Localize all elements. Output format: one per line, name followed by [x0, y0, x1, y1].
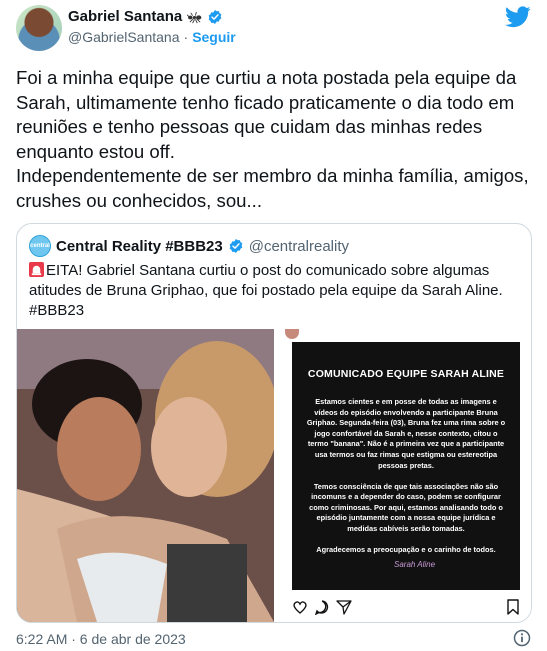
ant-emoji-icon: [187, 11, 202, 23]
verified-badge-icon: [208, 10, 222, 24]
instagram-avatar: [285, 329, 299, 339]
quoted-avatar: central: [29, 235, 51, 257]
quoted-avatar-text: central: [30, 243, 50, 249]
bookmark-icon[interactable]: [506, 599, 520, 615]
bbb-photo[interactable]: [17, 329, 274, 622]
statement-paragraph: Temos consciência de que tais associaçõe…: [309, 481, 503, 534]
siren-emoji-icon: [29, 262, 44, 277]
author-block: Gabriel Santana @GabrielSantana · Seguir: [68, 8, 236, 45]
tweet-header: Gabriel Santana @GabrielSantana · Seguir: [16, 4, 531, 54]
tweet-paragraph: Independentemente de ser membro da minha…: [16, 165, 529, 211]
quoted-author-name: Central Reality #BBB23: [56, 237, 223, 255]
follow-button[interactable]: Seguir: [192, 29, 236, 45]
author-handle[interactable]: @GabrielSantana: [68, 29, 180, 45]
statement-paragraph: Agradecemos a preocupação e o carinho de…: [316, 545, 496, 555]
tweet-footer: 6:22 AM · 6 de abr de 2023: [16, 629, 531, 647]
instagram-post[interactable]: COMUNICADO EQUIPE SARAH ALINE Estamos ci…: [275, 329, 531, 622]
comment-icon[interactable]: [314, 599, 330, 615]
statement-body: Estamos cientes e em posse de todas as i…: [306, 397, 506, 556]
tweet-paragraph: Foi a minha equipe que curtiu a nota pos…: [16, 67, 517, 162]
quoted-tweet[interactable]: central Central Reality #BBB23 @centralr…: [16, 223, 532, 623]
verified-badge-icon: [229, 239, 243, 253]
quoted-author-handle: @centralreality: [248, 237, 349, 255]
statement-image: COMUNICADO EQUIPE SARAH ALINE Estamos ci…: [292, 342, 520, 590]
heart-icon[interactable]: [292, 599, 308, 615]
separator-dot: ·: [183, 29, 189, 45]
quoted-text-block: EITA! Gabriel Santana curtiu o post do c…: [29, 261, 519, 321]
author-name[interactable]: Gabriel Santana: [68, 8, 182, 26]
quoted-media[interactable]: COMUNICADO EQUIPE SARAH ALINE Estamos ci…: [17, 329, 531, 622]
sarah-aline-logo: Sarah Aline: [394, 560, 436, 569]
statement-title: COMUNICADO EQUIPE SARAH ALINE: [307, 368, 505, 380]
avatar[interactable]: [16, 5, 62, 51]
quoted-header: central Central Reality #BBB23 @centralr…: [29, 235, 349, 257]
instagram-actions: [292, 599, 520, 615]
photo-illustration: [17, 329, 274, 622]
quoted-text: EITA! Gabriel Santana curtiu o post do c…: [29, 262, 503, 319]
statement-paragraph: Estamos cientes e em posse de todas as i…: [306, 397, 506, 470]
twitter-bird-icon[interactable]: [505, 6, 531, 28]
timestamp[interactable]: 6:22 AM · 6 de abr de 2023: [16, 631, 186, 647]
tweet-text: Foi a minha equipe que curtiu a nota pos…: [16, 66, 532, 214]
info-icon[interactable]: [513, 629, 531, 647]
share-icon[interactable]: [336, 599, 352, 615]
